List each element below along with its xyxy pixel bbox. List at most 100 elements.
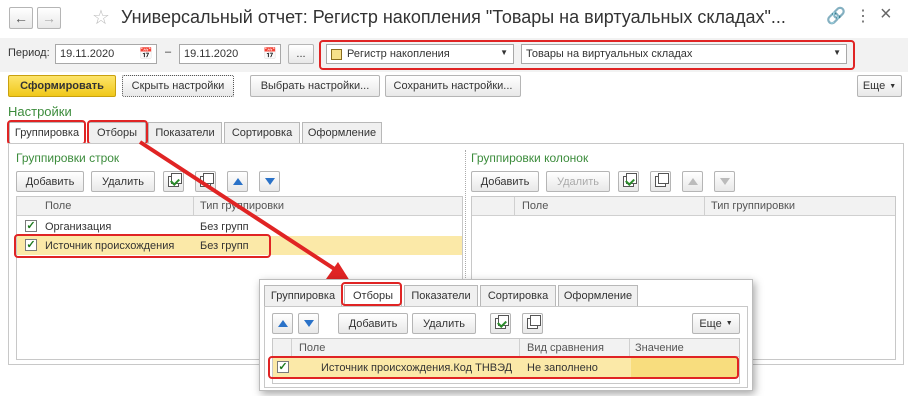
period-to-input[interactable]: 19.11.2020 📅	[179, 44, 281, 64]
hide-settings-button[interactable]: Скрыть настройки	[122, 75, 234, 97]
close-icon[interactable]: ×	[880, 3, 892, 26]
col-type-header: Тип группировки	[200, 200, 284, 212]
row-field: Источник происхождения.Код ТНВЭД	[321, 362, 513, 374]
arrow-left-icon: ←	[14, 10, 28, 26]
row-field: Организация	[45, 221, 112, 233]
row-uncheck-all-button[interactable]	[195, 171, 216, 192]
back-button[interactable]: ←	[9, 7, 33, 29]
filters-popup: Группировка Отборы Показатели Сортировка…	[259, 279, 753, 391]
settings-title: Настройки	[8, 104, 72, 119]
params-bar: Период: 19.11.2020 📅 – 19.11.2020 📅 ... …	[0, 38, 908, 72]
chevron-down-icon[interactable]: ▼	[500, 48, 508, 57]
calendar-icon[interactable]: 📅	[139, 47, 153, 60]
popup-tab-grouping[interactable]: Группировка	[264, 285, 342, 306]
source-object-select[interactable]: Товары на виртуальных складах ▼	[521, 44, 847, 64]
row-compare: Не заполнено	[527, 362, 598, 374]
tab-sorting[interactable]: Сортировка	[224, 122, 300, 143]
col-field-header: Поле	[45, 200, 72, 212]
period-dash: –	[165, 46, 172, 58]
arrow-up-icon	[232, 178, 243, 185]
popup-tab-filters[interactable]: Отборы	[344, 285, 402, 306]
col-type-header: Тип группировки	[711, 200, 795, 212]
uncheck-all-icon	[200, 173, 214, 187]
row-type: Без групп	[200, 221, 249, 233]
more-button[interactable]: Еще ▼	[857, 75, 902, 97]
source-type-select[interactable]: Регистр накопления ▼	[326, 44, 514, 64]
row-check-all-button[interactable]	[163, 171, 184, 192]
popup-uncheck-all-button[interactable]	[522, 313, 543, 334]
col-field-header: Поле	[522, 200, 549, 212]
popup-tab-indicators[interactable]: Показатели	[404, 285, 478, 306]
tab-grouping[interactable]: Группировка	[9, 122, 85, 143]
period-label: Период:	[8, 47, 50, 59]
col-check-all-button[interactable]	[618, 171, 639, 192]
uncheck-all-icon	[655, 173, 669, 187]
row-checkbox[interactable]: ✓	[25, 239, 37, 251]
tab-indicators[interactable]: Показатели	[148, 122, 222, 143]
arrow-down-icon	[719, 178, 730, 185]
forward-button[interactable]: →	[37, 7, 61, 29]
col-delete-button[interactable]: Удалить	[546, 171, 610, 192]
popup-more-button[interactable]: Еще ▼	[692, 313, 740, 334]
row-field: Источник происхождения	[45, 240, 175, 252]
tab-filters[interactable]: Отборы	[88, 122, 146, 143]
row-groups-title: Группировки строк	[16, 151, 120, 165]
popup-delete-button[interactable]: Удалить	[412, 313, 476, 334]
table-row[interactable]: ✓ Организация Без групп	[17, 217, 462, 236]
col-add-button[interactable]: Добавить	[471, 171, 539, 192]
col-divider	[704, 197, 705, 216]
table-row[interactable]: ✓ Источник происхождения.Код ТНВЭД Не за…	[273, 358, 739, 377]
save-settings-button[interactable]: Сохранить настройки...	[385, 75, 521, 97]
popup-add-button[interactable]: Добавить	[338, 313, 408, 334]
col-uncheck-all-button[interactable]	[650, 171, 671, 192]
chevron-down-icon[interactable]: ▼	[833, 48, 841, 57]
chevron-down-icon: ▼	[889, 82, 897, 90]
row-checkbox[interactable]: ✓	[277, 361, 289, 373]
row-add-button[interactable]: Добавить	[16, 171, 84, 192]
row-delete-button[interactable]: Удалить	[91, 171, 155, 192]
choose-settings-button[interactable]: Выбрать настройки...	[250, 75, 380, 97]
row-type: Без групп	[200, 240, 249, 252]
col-groups-title: Группировки колонок	[471, 151, 589, 165]
chevron-down-icon: ▼	[725, 320, 733, 327]
favorite-star-icon[interactable]: ☆	[92, 5, 110, 30]
link-icon[interactable]: 🔗	[826, 6, 846, 26]
period-select-button[interactable]: ...	[288, 44, 314, 64]
check-all-icon	[168, 173, 182, 187]
popup-filters-table: Поле Вид сравнения Значение ✓ Источник п…	[272, 338, 740, 384]
row-move-down-button[interactable]	[259, 171, 280, 192]
popup-tab-appearance[interactable]: Оформление	[558, 285, 638, 306]
row-checkbox[interactable]: ✓	[25, 220, 37, 232]
uncheck-all-icon	[527, 315, 541, 329]
arrow-down-icon	[264, 178, 275, 185]
popup-tab-sorting[interactable]: Сортировка	[480, 285, 556, 306]
check-all-icon	[623, 173, 637, 187]
row-move-up-button[interactable]	[227, 171, 248, 192]
arrow-up-icon	[687, 178, 698, 185]
row-value[interactable]	[631, 358, 737, 377]
col-field-header: Поле	[299, 342, 326, 354]
col-divider	[193, 197, 194, 216]
arrow-right-icon: →	[42, 10, 56, 26]
col-divider	[629, 339, 630, 357]
col-move-down-button[interactable]	[714, 171, 735, 192]
table-row[interactable]: ✓ Источник происхождения Без групп	[17, 236, 462, 255]
col-divider	[514, 197, 515, 216]
calendar-icon[interactable]: 📅	[263, 47, 277, 60]
popup-move-down-button[interactable]	[298, 313, 319, 334]
generate-button[interactable]: Сформировать	[8, 75, 116, 97]
table-header: Поле Тип группировки	[17, 197, 462, 216]
period-from-input[interactable]: 19.11.2020 📅	[55, 44, 157, 64]
arrow-down-icon	[303, 320, 314, 327]
col-compare-header: Вид сравнения	[527, 342, 604, 354]
arrow-up-icon	[277, 320, 288, 327]
popup-check-all-button[interactable]	[490, 313, 511, 334]
table-header: Поле Вид сравнения Значение	[273, 339, 739, 357]
col-move-up-button[interactable]	[682, 171, 703, 192]
popup-move-up-button[interactable]	[272, 313, 293, 334]
more-icon[interactable]: ⋮	[855, 6, 871, 26]
col-value-header: Значение	[635, 342, 684, 354]
window-title: Универсальный отчет: Регистр накопления …	[121, 7, 786, 27]
col-divider	[291, 339, 292, 357]
tab-appearance[interactable]: Оформление	[302, 122, 382, 143]
